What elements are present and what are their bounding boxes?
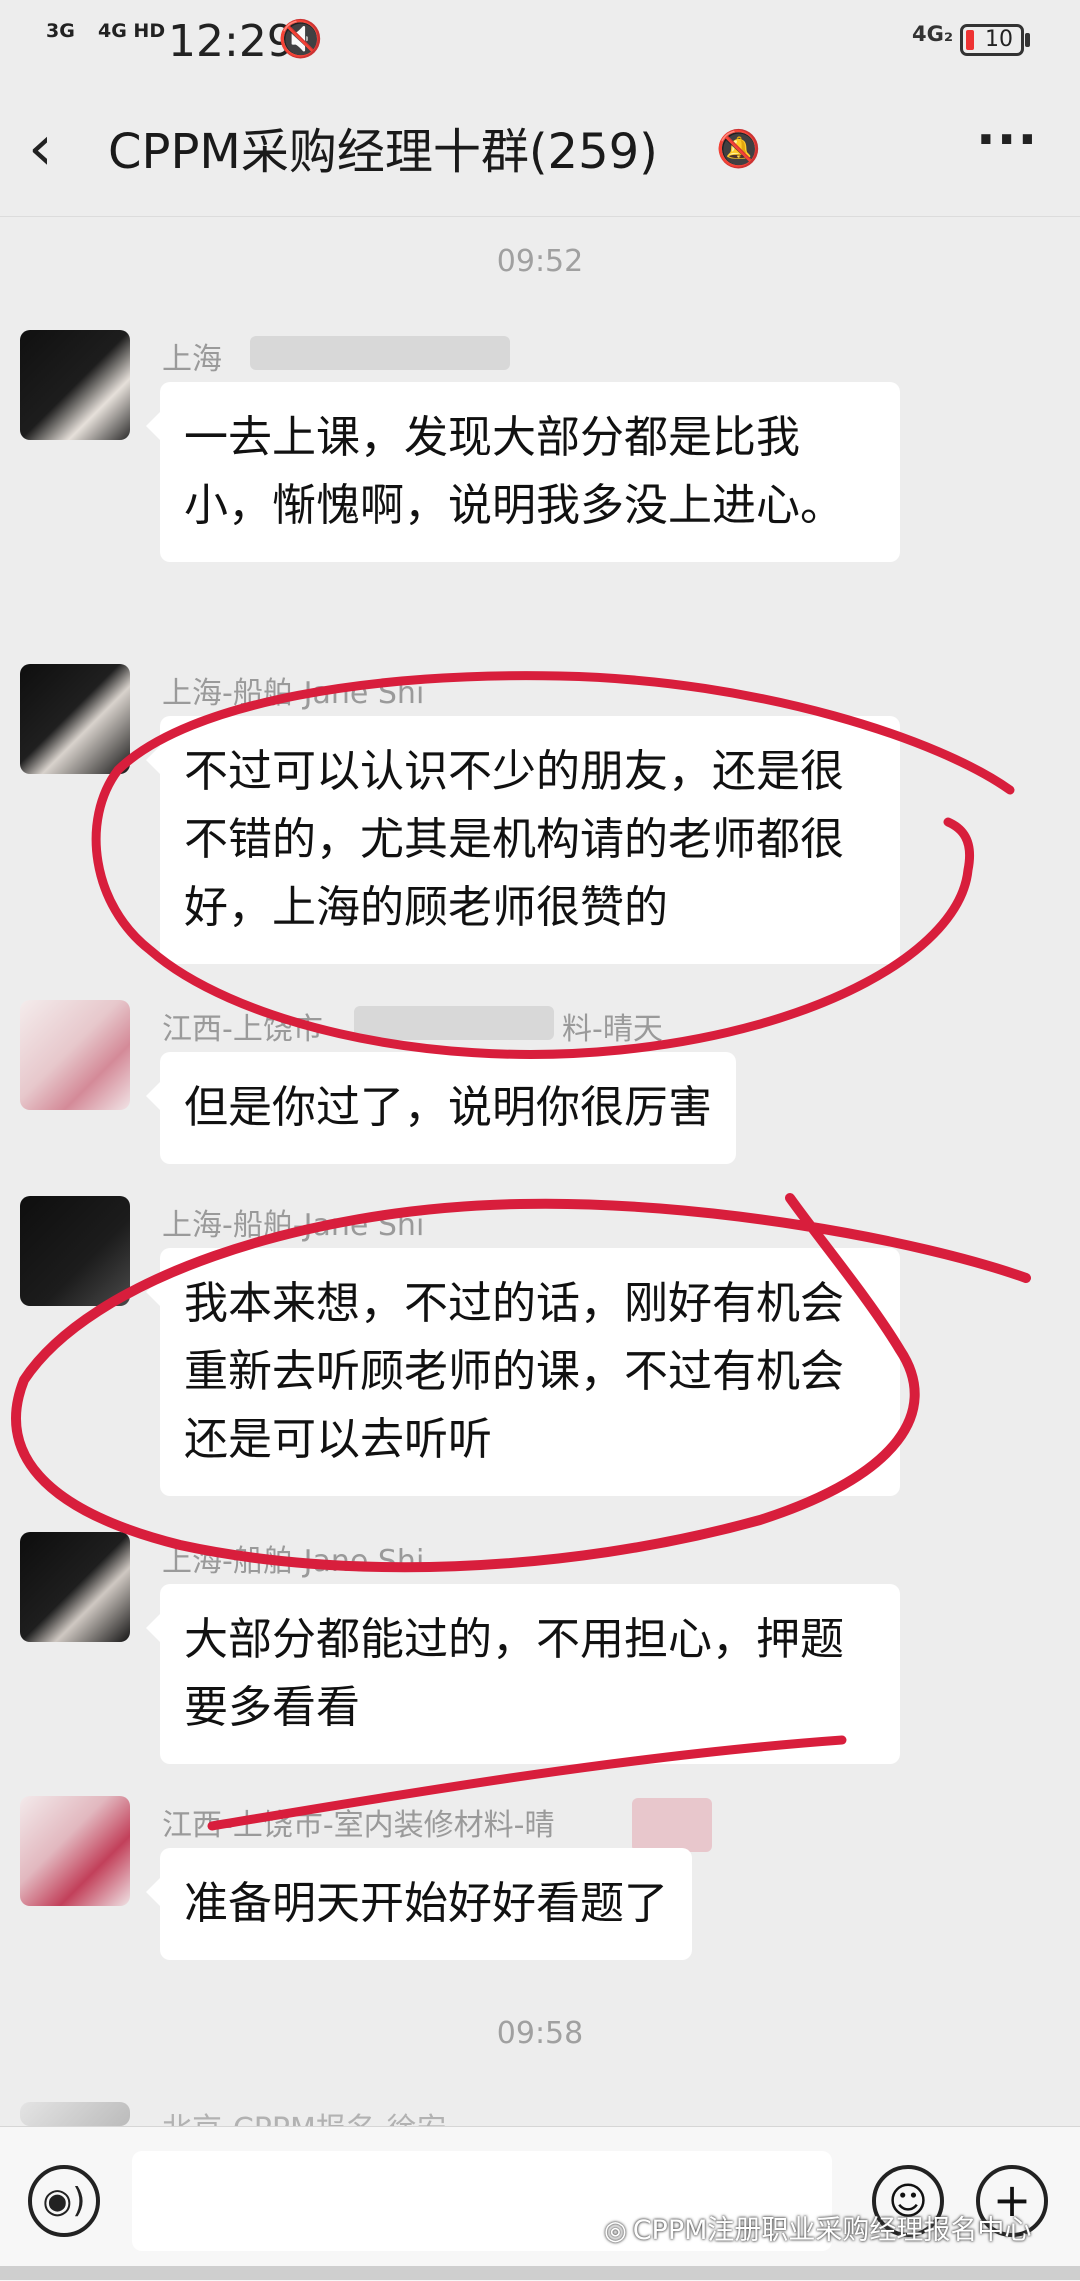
blurred-name — [250, 336, 510, 370]
battery-level: 10 — [985, 27, 1013, 52]
sender-name: 上海-船舶-Jane Shi — [162, 1544, 425, 1579]
blurred-name — [354, 1006, 554, 1040]
input-bar: ◉) ☺ + — [0, 2126, 1080, 2281]
more-dots-icon[interactable]: ··· — [976, 110, 1038, 170]
battery-icon: 10 — [960, 24, 1024, 56]
sender-name: 上海-船舶-Jane Shi — [162, 1208, 425, 1243]
network-label: 4G₂ — [912, 22, 954, 46]
sender-name: 上海-船舶-Jane Shi — [162, 676, 425, 711]
clock: 12:29 — [168, 16, 295, 67]
sender-name-suffix: 料-晴天 — [562, 1012, 663, 1047]
avatar[interactable] — [20, 664, 130, 774]
message-bubble[interactable]: 大部分都能过的，不用担心，押题要多看看 — [146, 1584, 900, 1764]
watermark: ◎ CPPM注册职业采购经理报名中心 — [604, 2208, 1031, 2247]
chevron-left-icon[interactable]: ‹ — [28, 108, 53, 188]
avatar[interactable] — [20, 1000, 130, 1110]
mute-icon: 🔇 — [278, 19, 323, 60]
message-bubble[interactable]: 但是你过了，说明你很厉害 — [146, 1052, 736, 1164]
muted-bell-icon: 🔕 — [716, 129, 761, 170]
avatar[interactable] — [20, 2102, 130, 2126]
avatar[interactable] — [20, 1532, 130, 1642]
blurred-name — [632, 1798, 712, 1852]
message-bubble[interactable]: 准备明天开始好好看题了 — [146, 1848, 692, 1960]
signal-4g-label: 4G HD — [98, 20, 166, 42]
timestamp: 09:52 — [496, 244, 584, 279]
message-bubble[interactable]: 一去上课，发现大部分都是比我小，惭愧啊，说明我多没上进心。 — [146, 382, 900, 562]
timestamp: 09:58 — [496, 2016, 584, 2051]
avatar[interactable] — [20, 1196, 130, 1306]
voice-icon[interactable]: ◉) — [28, 2165, 100, 2237]
sender-name: 江西-上饶市 — [162, 1012, 323, 1047]
keyboard-edge — [0, 2266, 1080, 2280]
chat-title[interactable]: CPPM采购经理十群(259) — [108, 116, 658, 188]
watermark-text: CPPM注册职业采购经理报名中心 — [632, 2215, 1032, 2246]
avatar[interactable] — [20, 330, 130, 440]
wechat-icon: ◎ — [604, 2216, 627, 2246]
sender-name: 江西-上饶市-室内装修材料-晴 — [162, 1808, 555, 1843]
message-bubble[interactable]: 不过可以认识不少的朋友，还是很不错的，尤其是机构请的老师都很好，上海的顾老师很赞… — [146, 716, 900, 964]
status-bar: 3G 4G HD 12:29 🔇 4G₂ 10 — [0, 0, 1080, 80]
sender-name: 上海 — [162, 342, 222, 377]
chat-header: ‹ CPPM采购经理十群(259) 🔕 ··· — [0, 80, 1080, 217]
signal-3g-label: 3G — [46, 20, 75, 42]
avatar[interactable] — [20, 1796, 130, 1906]
message-bubble[interactable]: 我本来想，不过的话，刚好有机会重新去听顾老师的课，不过有机会还是可以去听听 — [146, 1248, 900, 1496]
